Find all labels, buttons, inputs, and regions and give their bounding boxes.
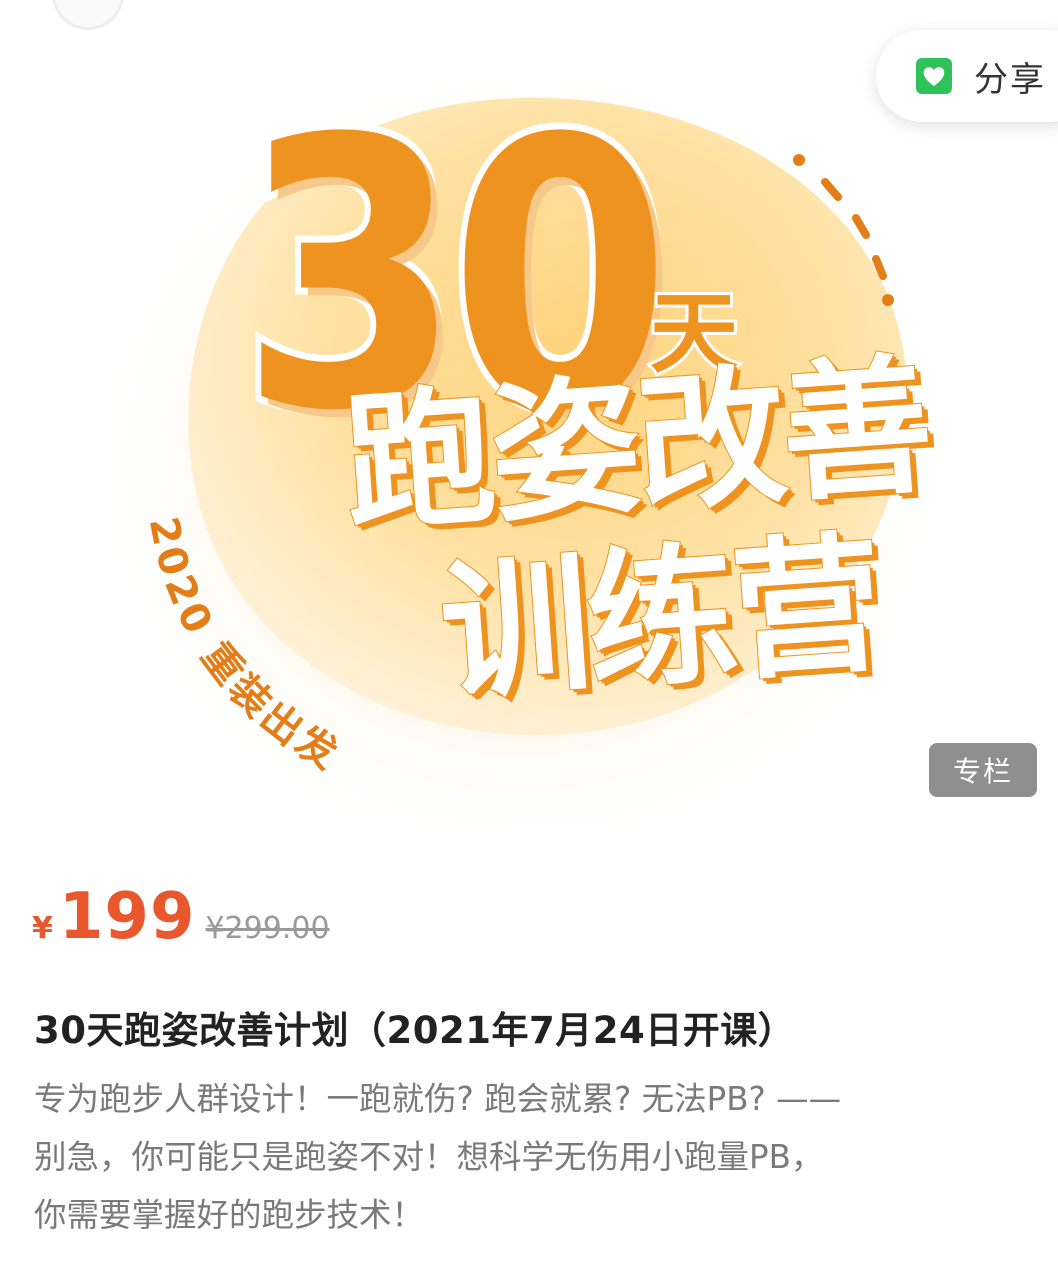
current-price: 199 — [58, 880, 196, 954]
share-button[interactable]: 分享 — [876, 30, 1058, 122]
share-label: 分享 — [974, 59, 1046, 100]
description-line: 别急，你可能只是跑姿不对！想科学无伤用小跑量PB， — [34, 1138, 824, 1176]
description-line: 专为跑步人群设计！一跑就伤? 跑会就累? 无法PB? —— — [34, 1080, 842, 1118]
green-heart-share-icon — [914, 56, 954, 96]
currency-symbol: ¥ — [32, 911, 53, 946]
poster-title-line-1: 跑姿改善 — [338, 338, 935, 554]
poster-title-line-2: 训练营 — [434, 516, 885, 722]
course-title: 30天跑姿改善计划（2021年7月24日开课） — [34, 1009, 796, 1052]
description-line: 你需要掌握好的跑步技术！ — [34, 1196, 425, 1234]
course-poster[interactable]: 2020 重装出发 30 天 跑姿改善 训练营 分享 专栏 — [0, 0, 1058, 830]
course-description: 专为跑步人群设计！一跑就伤? 跑会就累? 无法PB? —— 别急，你可能只是跑姿… — [34, 1070, 1024, 1244]
original-price: ¥299.00 — [205, 911, 330, 946]
column-badge: 专栏 — [929, 743, 1037, 797]
price-row: ¥ 199 ¥299.00 — [32, 880, 330, 954]
